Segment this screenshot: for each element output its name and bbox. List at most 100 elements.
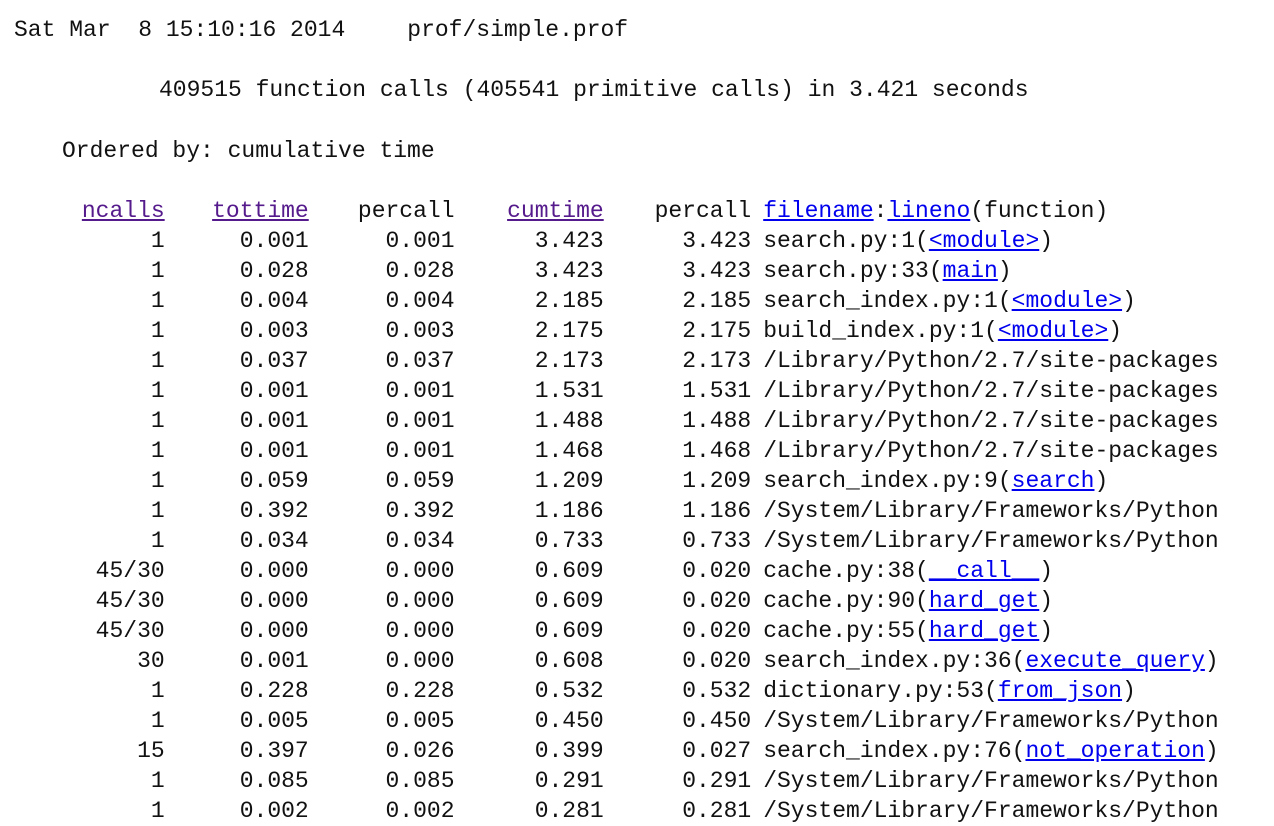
function-location: /Library/Python/2.7/site-packages xyxy=(763,436,1218,466)
percall-cum-cell: 0.020 xyxy=(682,618,752,644)
ncalls-cell: 1 xyxy=(150,348,165,374)
tottime-cell: 0.001 xyxy=(239,228,309,254)
tottime-cell: 0.228 xyxy=(239,678,309,704)
tottime-cell: 0.001 xyxy=(239,438,309,464)
close-paren: ) xyxy=(1204,648,1219,674)
tottime-cell: 0.003 xyxy=(239,318,309,344)
function-location: build_index.py:1(<module>) xyxy=(763,316,1122,346)
ncalls-cell: 1 xyxy=(150,378,165,404)
percall-cell: 0.001 xyxy=(385,228,455,254)
function-cell: search_index.py:36(execute_query) xyxy=(751,646,1274,676)
percall-cell: 0.003 xyxy=(385,318,455,344)
file-lineno-text: cache.py:38( xyxy=(763,558,929,584)
table-row: 45/30 0.000 0.000 0.609 0.020 cache.py:55(har… xyxy=(50,616,1274,646)
function-location: /Library/Python/2.7/site-packages xyxy=(763,406,1218,436)
tottime-cell: 0.392 xyxy=(239,498,309,524)
percall-cum-cell: 0.450 xyxy=(682,708,752,734)
percall-cell: 0.000 xyxy=(385,558,455,584)
function-link[interactable]: hard_get xyxy=(929,618,1039,644)
ncalls-cell: 1 xyxy=(150,798,165,824)
percall-cum-cell: 0.020 xyxy=(682,588,752,614)
percall-cum-cell: 1.468 xyxy=(682,438,752,464)
table-row: 1 0.059 0.059 1.209 1.209 search_index.py:9(s… xyxy=(50,466,1274,496)
function-link[interactable]: search xyxy=(1012,468,1095,494)
sort-filename-link[interactable]: filename xyxy=(763,198,873,224)
close-paren: ) xyxy=(1108,318,1123,344)
filename-header: filename:lineno(function) xyxy=(751,196,1274,226)
function-link[interactable]: from_json xyxy=(998,678,1122,704)
ncalls-cell: 15 xyxy=(137,738,165,764)
function-link[interactable]: execute_query xyxy=(1025,648,1204,674)
cumtime-cell: 0.608 xyxy=(534,648,604,674)
percall-cum-cell: 0.291 xyxy=(682,768,752,794)
sort-lineno-link[interactable]: lineno xyxy=(887,198,970,224)
percall-cell: 0.000 xyxy=(385,618,455,644)
file-lineno-text: search_index.py:9( xyxy=(763,468,1012,494)
close-paren: ) xyxy=(1039,228,1054,254)
function-location: cache.py:38(__call__) xyxy=(763,556,1053,586)
function-link[interactable]: <module> xyxy=(1012,288,1122,314)
function-location: /System/Library/Frameworks/Python xyxy=(763,496,1218,526)
table-row: 45/30 0.000 0.000 0.609 0.020 cache.py:38(__c… xyxy=(50,556,1274,586)
cumtime-cell: 0.609 xyxy=(534,618,604,644)
cumtime-cell: 3.423 xyxy=(534,228,604,254)
ncalls-cell: 1 xyxy=(150,678,165,704)
function-cell: search.py:33(main) xyxy=(751,256,1274,286)
table-row: 15 0.397 0.026 0.399 0.027 search_index.py:76… xyxy=(50,736,1274,766)
function-location: search_index.py:1(<module>) xyxy=(763,286,1136,316)
percall-cum-cell: 2.185 xyxy=(682,288,752,314)
function-header-label: (function) xyxy=(970,198,1109,224)
table-row: 1 0.001 0.001 1.531 1.531/Library/Python/2.7… xyxy=(50,376,1274,406)
percall-cell: 0.002 xyxy=(385,798,455,824)
percall-cell: 0.000 xyxy=(385,588,455,614)
function-location: search.py:1(<module>) xyxy=(763,226,1053,256)
cumtime-cell: 0.609 xyxy=(534,588,604,614)
table-row: 1 0.034 0.034 0.733 0.733/System/Library/Fra… xyxy=(50,526,1274,556)
function-link[interactable]: __call__ xyxy=(929,558,1039,584)
table-row: 1 0.392 0.392 1.186 1.186/System/Library/Fra… xyxy=(50,496,1274,526)
colon-separator: : xyxy=(873,198,888,224)
ncalls-cell: 1 xyxy=(150,528,165,554)
sort-cumtime-link[interactable]: cumtime xyxy=(507,198,604,224)
function-link[interactable]: <module> xyxy=(998,318,1108,344)
cumtime-cell: 1.186 xyxy=(534,498,604,524)
table-row: 30 0.001 0.000 0.608 0.020 search_index.py:36… xyxy=(50,646,1274,676)
file-lineno-text: search.py:1( xyxy=(763,228,929,254)
function-link[interactable]: not_operation xyxy=(1025,738,1204,764)
function-cell: /Library/Python/2.7/site-packages xyxy=(751,346,1274,376)
file-lineno-text: search_index.py:76( xyxy=(763,738,1026,764)
ncalls-cell: 1 xyxy=(150,408,165,434)
function-link[interactable]: hard_get xyxy=(929,588,1039,614)
table-row: 1 0.003 0.003 2.175 2.175 build_index.py:1(<m… xyxy=(50,316,1274,346)
percall-cum-cell: 1.488 xyxy=(682,408,752,434)
function-link[interactable]: <module> xyxy=(929,228,1039,254)
sort-tottime-link[interactable]: tottime xyxy=(212,198,309,224)
table-row: 1 0.005 0.005 0.450 0.450/System/Library/Fra… xyxy=(50,706,1274,736)
tottime-cell: 0.037 xyxy=(239,348,309,374)
profile-file: prof/simple.prof xyxy=(407,17,629,43)
close-paren: ) xyxy=(1122,288,1136,314)
close-paren: ) xyxy=(1094,468,1109,494)
function-location: /System/Library/Frameworks/Python xyxy=(763,706,1218,736)
percall-cell: 0.005 xyxy=(385,708,455,734)
ncalls-cell: 1 xyxy=(150,318,165,344)
function-location: /System/Library/Frameworks/Python xyxy=(763,766,1218,796)
sort-ncalls-link[interactable]: ncalls xyxy=(82,198,165,224)
tottime-cell: 0.005 xyxy=(239,708,309,734)
cumtime-cell: 1.531 xyxy=(534,378,604,404)
cumtime-cell: 1.488 xyxy=(534,408,604,434)
cumtime-cell: 1.468 xyxy=(534,438,604,464)
ncalls-cell: 1 xyxy=(150,288,165,314)
function-cell: /System/Library/Frameworks/Python xyxy=(751,796,1274,826)
ncalls-cell: 1 xyxy=(150,228,165,254)
tottime-cell: 0.001 xyxy=(239,408,309,434)
percall-cell: 0.001 xyxy=(385,438,455,464)
table-row: 1 0.001 0.001 1.468 1.468/Library/Python/2.7… xyxy=(50,436,1274,466)
function-cell: build_index.py:1(<module>) xyxy=(751,316,1274,346)
percall-cum-cell: 1.209 xyxy=(682,468,752,494)
file-lineno-text: dictionary.py:53( xyxy=(763,678,998,704)
cumtime-cell: 2.175 xyxy=(534,318,604,344)
percall-cell: 0.001 xyxy=(385,378,455,404)
tottime-cell: 0.059 xyxy=(239,468,309,494)
function-link[interactable]: main xyxy=(943,258,998,284)
